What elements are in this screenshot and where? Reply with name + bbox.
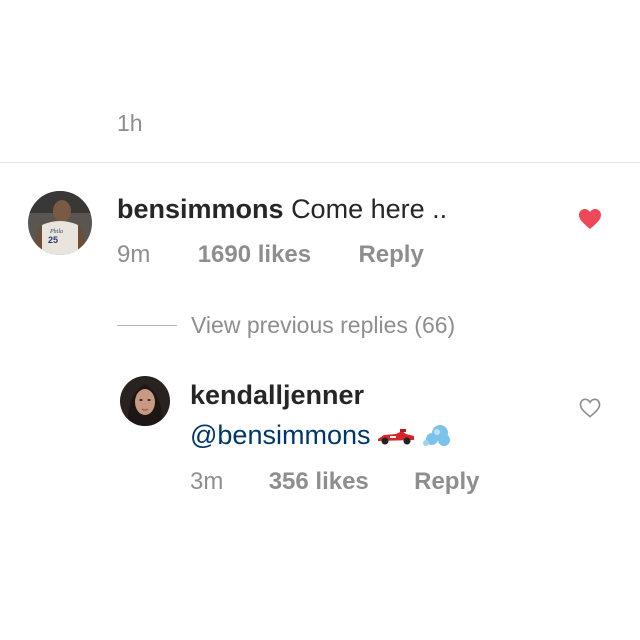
view-previous-replies[interactable]: View previous replies (66) [117, 312, 455, 339]
comment-text: bensimmons Come here .. [117, 194, 447, 225]
avatar-photo: 25 Phila [28, 191, 92, 255]
comment-username[interactable]: kendalljenner [190, 380, 364, 411]
comment-meta: 9m 1690 likes Reply [117, 241, 424, 269]
divider [0, 162, 640, 163]
comment-body: @bensimmons [190, 420, 452, 451]
previous-comment-timestamp: 1h [117, 110, 143, 136]
comment-time: 9m [117, 241, 151, 268]
reply-button[interactable]: Reply [414, 468, 479, 495]
avatar[interactable]: 25 Phila [28, 191, 92, 255]
replies-line [117, 325, 177, 326]
reply-button[interactable]: Reply [358, 241, 423, 268]
likes-count[interactable]: 356 likes [269, 468, 369, 495]
mention-link[interactable]: @bensimmons [190, 420, 370, 451]
like-button[interactable] [578, 208, 602, 230]
heart-outline-icon [579, 398, 601, 418]
view-previous-replies-label: View previous replies (66) [191, 312, 456, 338]
svg-text:Phila: Phila [49, 229, 63, 235]
comment-time: 3m [190, 468, 224, 495]
dash-cloud-icon [422, 423, 452, 449]
comment-body: Come here .. [291, 194, 448, 224]
comment-username[interactable]: bensimmons [117, 194, 284, 224]
likes-count[interactable]: 1690 likes [198, 241, 311, 268]
svg-text:25: 25 [48, 235, 58, 245]
avatar[interactable] [120, 376, 170, 426]
avatar-photo [120, 376, 170, 426]
racing-car-icon [376, 425, 416, 447]
comment-meta: 3m 356 likes Reply [190, 468, 479, 496]
like-button[interactable] [579, 398, 601, 418]
heart-filled-icon [579, 209, 601, 229]
